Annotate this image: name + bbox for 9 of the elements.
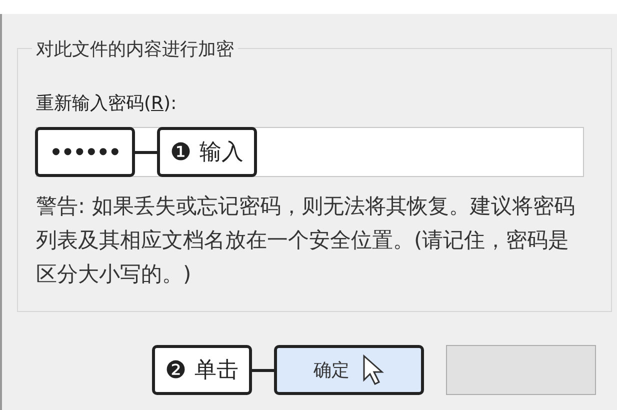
callout-label: ❶ 输入 <box>157 127 257 177</box>
ok-button[interactable]: 确定 <box>274 345 424 395</box>
cursor-icon <box>362 354 384 386</box>
password-field[interactable]: •••••• ❶ 输入 <box>36 127 584 177</box>
warning-text: 警告: 如果丢失或忘记密码，则无法将其恢复。建议将密码列表及其相应文档名放在一个安全位置。(请记住，密码是区分大小写的。) <box>36 193 576 288</box>
callout-label: ❷ 单击 <box>152 345 252 395</box>
password-value: •••••• <box>35 127 135 177</box>
field-label: 重新输入密码(R): <box>36 92 177 115</box>
cancel-button[interactable] <box>446 345 596 395</box>
